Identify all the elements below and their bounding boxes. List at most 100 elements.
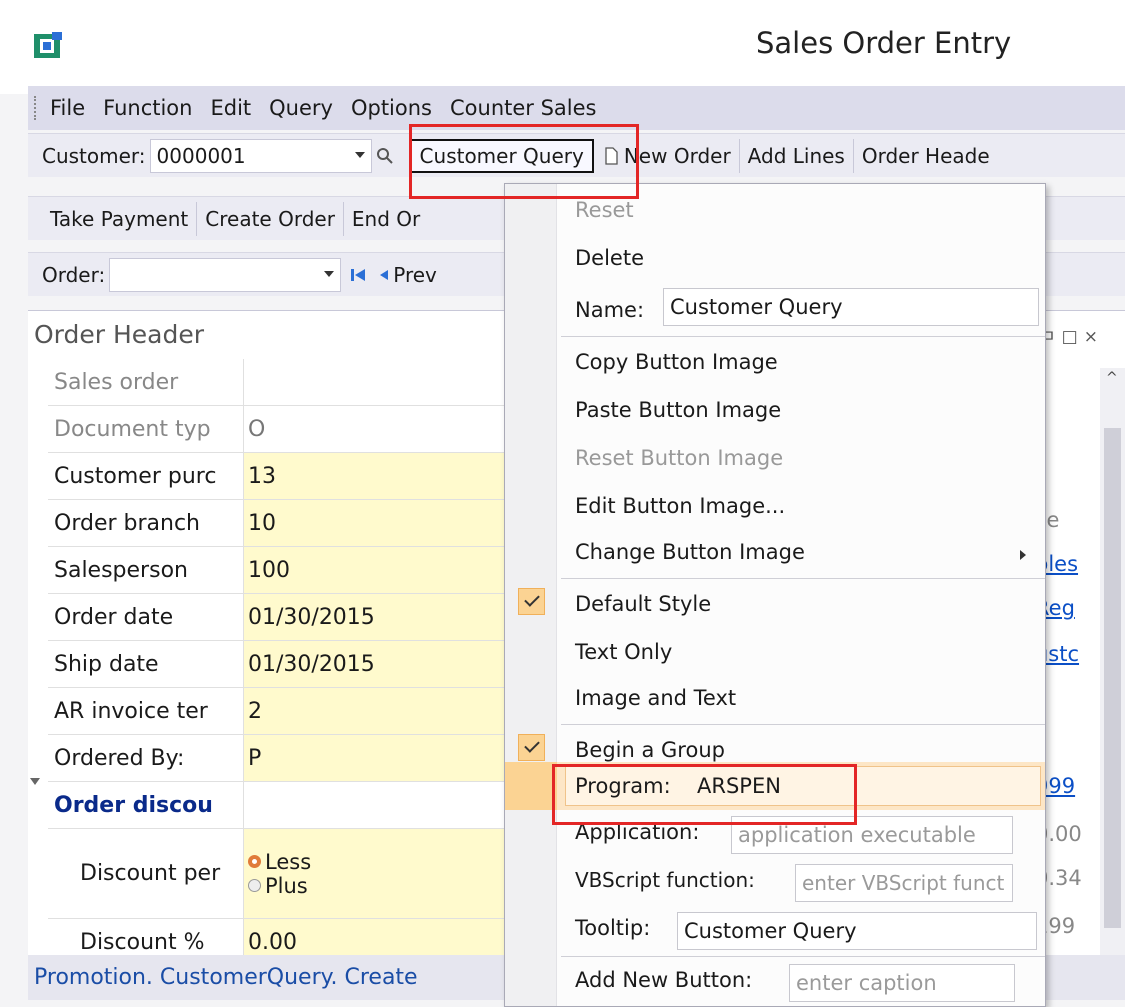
close-icon[interactable]: × bbox=[1084, 327, 1104, 347]
menu-item-change-image[interactable]: Change Button Image bbox=[575, 540, 805, 564]
create-order-label: Create Order bbox=[205, 206, 335, 231]
customize-context-menu: Reset Delete Name: Customer Query Copy B… bbox=[504, 183, 1046, 1007]
menu-item-copy-image[interactable]: Copy Button Image bbox=[575, 350, 778, 374]
radio-less[interactable]: Less bbox=[248, 850, 311, 874]
row-value[interactable]: P bbox=[244, 735, 508, 781]
menu-item-image-and-text[interactable]: Image and Text bbox=[575, 686, 736, 710]
row-value[interactable]: 2 bbox=[244, 688, 508, 734]
customer-query-button[interactable]: Customer Query bbox=[409, 138, 594, 173]
menu-item-edit-image[interactable]: Edit Button Image... bbox=[575, 494, 785, 518]
vbscript-input[interactable]: enter VBScript funct bbox=[795, 864, 1013, 902]
add-button-placeholder: enter caption bbox=[796, 971, 937, 995]
table-row: Order date 01/30/2015 bbox=[48, 594, 508, 641]
discount-radio-group: Less Plus bbox=[248, 850, 311, 898]
footer-link-text[interactable]: Promotion. CustomerQuery. Create bbox=[34, 965, 418, 990]
table-row: Salesperson 100 bbox=[48, 547, 508, 594]
row-value[interactable]: 01/30/2015 bbox=[244, 641, 508, 687]
vertical-scrollbar[interactable] bbox=[1100, 368, 1125, 988]
menu-item-text-only[interactable]: Text Only bbox=[575, 640, 672, 664]
order-header-button[interactable]: Order Heade bbox=[854, 139, 998, 173]
row-value[interactable]: O bbox=[244, 406, 508, 452]
menu-item-default-style[interactable]: Default Style bbox=[575, 592, 711, 616]
menu-item-reset-image[interactable]: Reset Button Image bbox=[575, 446, 783, 470]
tooltip-input[interactable]: Customer Query bbox=[677, 912, 1037, 950]
add-lines-label: Add Lines bbox=[747, 143, 845, 168]
menu-item-reset[interactable]: Reset bbox=[575, 198, 634, 222]
search-icon[interactable] bbox=[376, 147, 394, 165]
menu-item-delete[interactable]: Delete bbox=[575, 246, 644, 270]
scrollbar-thumb[interactable] bbox=[1104, 428, 1121, 928]
row-value[interactable]: 01/30/2015 bbox=[244, 594, 508, 640]
menu-edit[interactable]: Edit bbox=[210, 96, 251, 120]
take-payment-button[interactable]: Take Payment bbox=[42, 201, 198, 236]
table-row: Ordered By: P bbox=[48, 735, 508, 782]
menu-options[interactable]: Options bbox=[351, 96, 432, 120]
row-value[interactable]: 10 bbox=[244, 500, 508, 546]
table-row: Sales order bbox=[48, 359, 508, 406]
program-input[interactable]: ARSPEN bbox=[691, 768, 849, 804]
end-order-button[interactable]: End Or bbox=[344, 202, 428, 236]
application-label: Application: bbox=[575, 820, 700, 844]
radio-off-icon bbox=[248, 879, 261, 892]
panel-title: Order Header bbox=[34, 320, 205, 349]
title-bar: Sales Order Entry bbox=[0, 0, 1125, 94]
tooltip-value: Customer Query bbox=[684, 919, 857, 943]
first-record-icon[interactable] bbox=[349, 266, 367, 284]
menu-counter-sales[interactable]: Counter Sales bbox=[450, 96, 597, 120]
chevron-up-icon[interactable]: ^ bbox=[1106, 370, 1118, 386]
collapse-triangle-icon[interactable] bbox=[30, 778, 40, 785]
customer-combo[interactable]: 0000001 bbox=[149, 138, 372, 173]
table-row: Order branch 10 bbox=[48, 500, 508, 547]
submenu-arrow-icon bbox=[1020, 550, 1026, 560]
section-label: Order discou bbox=[48, 782, 244, 828]
row-label: Document typ bbox=[48, 406, 244, 452]
window-title: Sales Order Entry bbox=[756, 26, 1012, 60]
menu-separator bbox=[561, 724, 1045, 725]
radio-plus[interactable]: Plus bbox=[248, 874, 311, 898]
row-label: Salesperson bbox=[48, 547, 244, 593]
table-row: Customer purc 13 bbox=[48, 453, 508, 500]
add-button-input[interactable]: enter caption bbox=[789, 964, 1015, 1002]
menu-separator bbox=[561, 578, 1045, 579]
discount-radio-cell: Less Plus bbox=[244, 829, 508, 918]
row-value[interactable]: 13 bbox=[244, 453, 508, 499]
add-lines-button[interactable]: Add Lines bbox=[740, 138, 854, 173]
name-label: Name: bbox=[575, 298, 645, 322]
row-value[interactable]: 100 bbox=[244, 547, 508, 593]
menu-file[interactable]: File bbox=[50, 96, 85, 120]
panel-controls[interactable]: ㅁ□× bbox=[1040, 322, 1104, 347]
order-header-grid: Sales order Document typ O Customer purc… bbox=[48, 359, 508, 966]
menu-item-begin-group[interactable]: Begin a Group bbox=[575, 738, 725, 762]
name-input[interactable]: Customer Query bbox=[663, 288, 1039, 326]
order-combo[interactable] bbox=[109, 257, 342, 292]
menu-item-paste-image[interactable]: Paste Button Image bbox=[575, 398, 781, 422]
prev-button[interactable]: Prev bbox=[393, 263, 437, 287]
menu-function[interactable]: Function bbox=[103, 96, 192, 120]
grip-handle[interactable] bbox=[34, 96, 38, 120]
table-row: Ship date 01/30/2015 bbox=[48, 641, 508, 688]
take-payment-label: Take Payment bbox=[50, 206, 189, 231]
row-value bbox=[244, 782, 508, 828]
create-order-button[interactable]: Create Order bbox=[197, 201, 344, 236]
menu-query[interactable]: Query bbox=[269, 96, 333, 120]
row-label: Order date bbox=[48, 594, 244, 640]
customer-value: 0000001 bbox=[156, 143, 246, 168]
check-icon bbox=[518, 734, 545, 761]
row-label: Discount per bbox=[48, 829, 244, 918]
program-value: ARSPEN bbox=[697, 774, 781, 798]
application-input[interactable]: application executable bbox=[731, 816, 1013, 854]
chevron-down-icon[interactable] bbox=[324, 270, 335, 277]
vbscript-placeholder: enter VBScript funct bbox=[802, 871, 1005, 895]
order-label: Order: bbox=[42, 262, 106, 287]
section-row[interactable]: Order discou bbox=[48, 782, 508, 829]
app-logo-icon bbox=[34, 32, 62, 58]
row-value[interactable] bbox=[244, 359, 508, 405]
prev-arrow-icon[interactable] bbox=[377, 266, 389, 284]
menu-separator bbox=[561, 336, 1045, 337]
chevron-down-icon[interactable] bbox=[354, 151, 365, 158]
new-order-label: New Order bbox=[623, 143, 731, 168]
maximize-icon[interactable]: □ bbox=[1062, 327, 1084, 347]
row-label: AR invoice ter bbox=[48, 688, 244, 734]
end-order-label: End Or bbox=[351, 206, 421, 231]
new-order-button[interactable]: New Order bbox=[594, 138, 740, 173]
